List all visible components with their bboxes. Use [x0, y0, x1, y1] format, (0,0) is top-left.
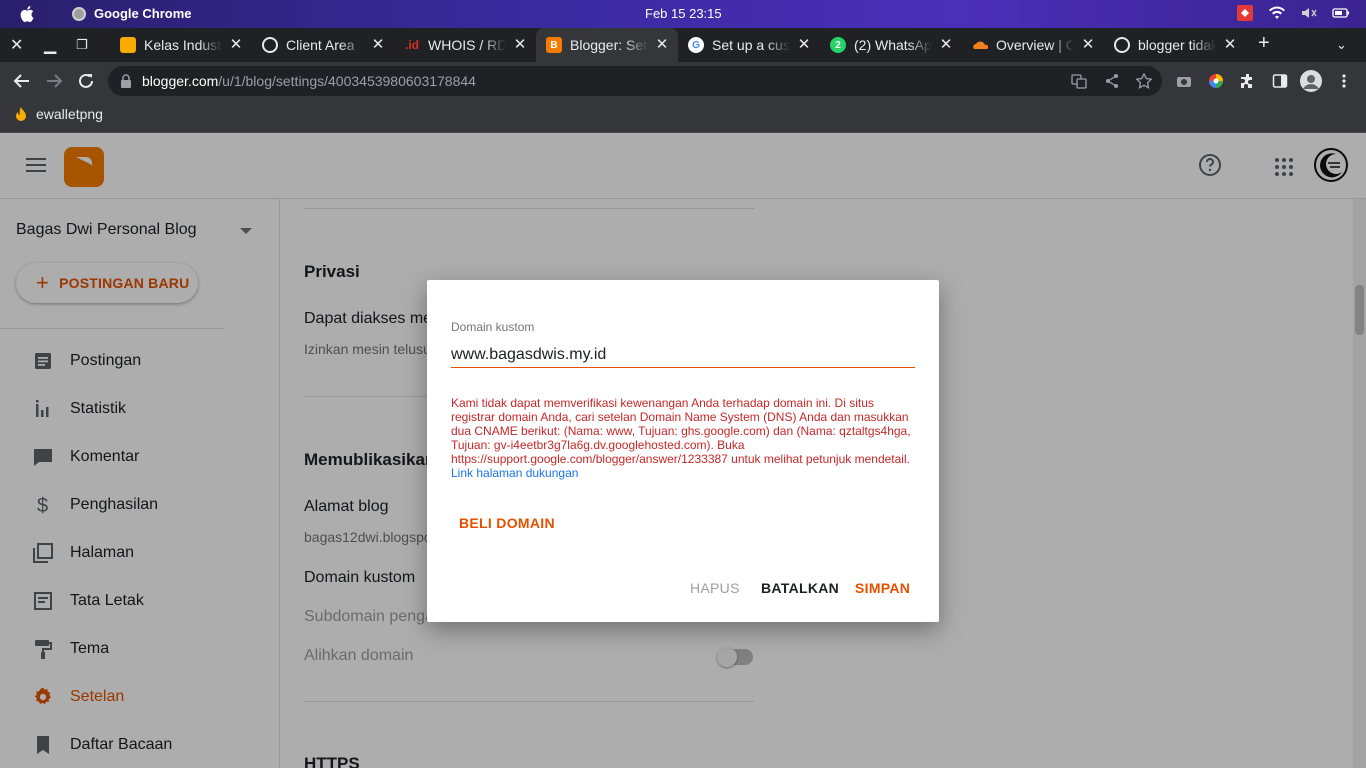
- tab-client-area[interactable]: Client Area ✕: [252, 28, 394, 62]
- side-panel-icon[interactable]: [1272, 73, 1288, 89]
- chrome-icon: [72, 6, 86, 21]
- url-host: blogger.com: [142, 73, 219, 89]
- forward-icon[interactable]: [45, 72, 63, 90]
- custom-domain-field-label: Domain kustom: [451, 320, 535, 334]
- cloudflare-icon: [972, 37, 988, 53]
- cancel-button[interactable]: BATALKAN: [761, 580, 839, 596]
- star-icon[interactable]: [1136, 73, 1152, 89]
- menu-more-icon[interactable]: [1336, 73, 1352, 89]
- close-tab-icon[interactable]: ✕: [1080, 37, 1096, 53]
- tab-cloudflare[interactable]: Overview | Cloudflare ✕: [962, 28, 1104, 62]
- share-icon[interactable]: [1104, 73, 1120, 89]
- browser-toolbar: blogger.com/u/1/blog/settings/4003453980…: [0, 62, 1366, 100]
- minimize-window-icon[interactable]: ▁: [44, 35, 56, 55]
- tab-blogger-settings[interactable]: B Blogger: Setelan ✕: [536, 28, 678, 62]
- apple-icon[interactable]: [18, 4, 38, 24]
- error-text: Kami tidak dapat memverifikasi kewenanga…: [451, 396, 911, 466]
- flame-icon: [16, 107, 26, 121]
- back-icon[interactable]: [13, 72, 31, 90]
- active-app-name: Google Chrome: [94, 6, 192, 21]
- tab-label: Client Area: [286, 37, 355, 53]
- url-path: /u/1/blog/settings/4003453980603178844: [218, 73, 476, 89]
- bookmarks-bar: ewalletpng: [0, 100, 1366, 133]
- slides-icon: [120, 37, 136, 53]
- tab-label: blogger tidak: [1138, 37, 1216, 53]
- bookmark-label: ewalletpng: [36, 106, 103, 122]
- globe-icon: [1114, 37, 1130, 53]
- tab-label: Set up a custom: [712, 37, 790, 53]
- id-icon: .id: [405, 38, 419, 52]
- google-icon: G: [688, 37, 704, 53]
- blogger-icon: B: [546, 37, 562, 53]
- tab-whatsapp[interactable]: 2 (2) WhatsApp ✕: [820, 28, 962, 62]
- os-top-bar: Google Chrome Feb 15 23:15: [0, 0, 1366, 28]
- globe-icon: [262, 37, 278, 53]
- tab-set-up-custom[interactable]: G Set up a custom ✕: [678, 28, 820, 62]
- close-tab-icon[interactable]: ✕: [654, 37, 670, 53]
- battery-icon[interactable]: [1332, 5, 1350, 21]
- reload-icon[interactable]: [77, 72, 95, 90]
- tab-label: Overview | Cloudflare: [996, 37, 1074, 53]
- buy-domain-button[interactable]: BELI DOMAIN: [459, 515, 555, 531]
- os-clock[interactable]: Feb 15 23:15: [645, 6, 722, 21]
- close-tab-icon[interactable]: ✕: [512, 37, 528, 53]
- close-tab-icon[interactable]: ✕: [938, 37, 954, 53]
- tab-label: Kelas Industri: [144, 37, 222, 53]
- close-tab-icon[interactable]: ✕: [796, 37, 812, 53]
- address-bar[interactable]: blogger.com/u/1/blog/settings/4003453980…: [108, 66, 1162, 96]
- support-page-link[interactable]: Link halaman dukungan: [451, 466, 578, 480]
- whatsapp-icon: 2: [830, 37, 846, 53]
- close-tab-icon[interactable]: ✕: [228, 37, 244, 53]
- delete-button[interactable]: HAPUS: [690, 580, 740, 596]
- bookmark-ewalletpng[interactable]: ewalletpng: [14, 106, 103, 122]
- new-tab-button[interactable]: +: [1258, 32, 1270, 55]
- camera-icon[interactable]: [1176, 73, 1192, 89]
- tab-label: WHOIS / RDAP: [428, 37, 506, 53]
- tab-kelas-industri[interactable]: Kelas Industri ✕: [110, 28, 252, 62]
- tab-whois[interactable]: .id WHOIS / RDAP ✕: [394, 28, 536, 62]
- close-tab-icon[interactable]: ✕: [370, 37, 386, 53]
- wifi-icon[interactable]: [1268, 5, 1286, 21]
- close-tab-icon[interactable]: ✕: [1222, 37, 1238, 53]
- close-window-icon[interactable]: ✕: [10, 35, 23, 55]
- extensions-icon[interactable]: [1240, 73, 1256, 89]
- restore-window-icon[interactable]: ❐: [76, 37, 88, 53]
- color-picker-icon[interactable]: [1208, 73, 1224, 89]
- os-tray: [1236, 5, 1350, 21]
- lock-icon[interactable]: [120, 74, 132, 88]
- tab-search-chevron-icon[interactable]: ⌄: [1336, 37, 1347, 53]
- tab-label: (2) WhatsApp: [854, 37, 932, 53]
- domain-verification-error: Kami tidak dapat memverifikasi kewenanga…: [451, 396, 915, 480]
- volume-icon[interactable]: [1300, 5, 1318, 21]
- anydesk-icon[interactable]: [1236, 5, 1254, 21]
- tab-label: Blogger: Setelan: [570, 37, 648, 53]
- blogger-page: Bagas Dwi Personal Blog + POSTINGAN BARU…: [0, 133, 1366, 768]
- tab-blogger-tidak[interactable]: blogger tidak ✕: [1104, 28, 1246, 62]
- url-text[interactable]: blogger.com/u/1/blog/settings/4003453980…: [142, 73, 476, 89]
- browser-tab-bar: ✕ ▁ ❐ Kelas Industri ✕ Client Area ✕ .id…: [0, 28, 1366, 62]
- profile-avatar-icon[interactable]: [1300, 70, 1322, 92]
- active-app[interactable]: Google Chrome: [72, 6, 192, 21]
- custom-domain-dialog: Domain kustom Kami tidak dapat memverifi…: [427, 280, 939, 622]
- custom-domain-input[interactable]: [451, 342, 915, 368]
- translate-icon[interactable]: [1071, 73, 1087, 89]
- save-button[interactable]: SIMPAN: [855, 580, 910, 596]
